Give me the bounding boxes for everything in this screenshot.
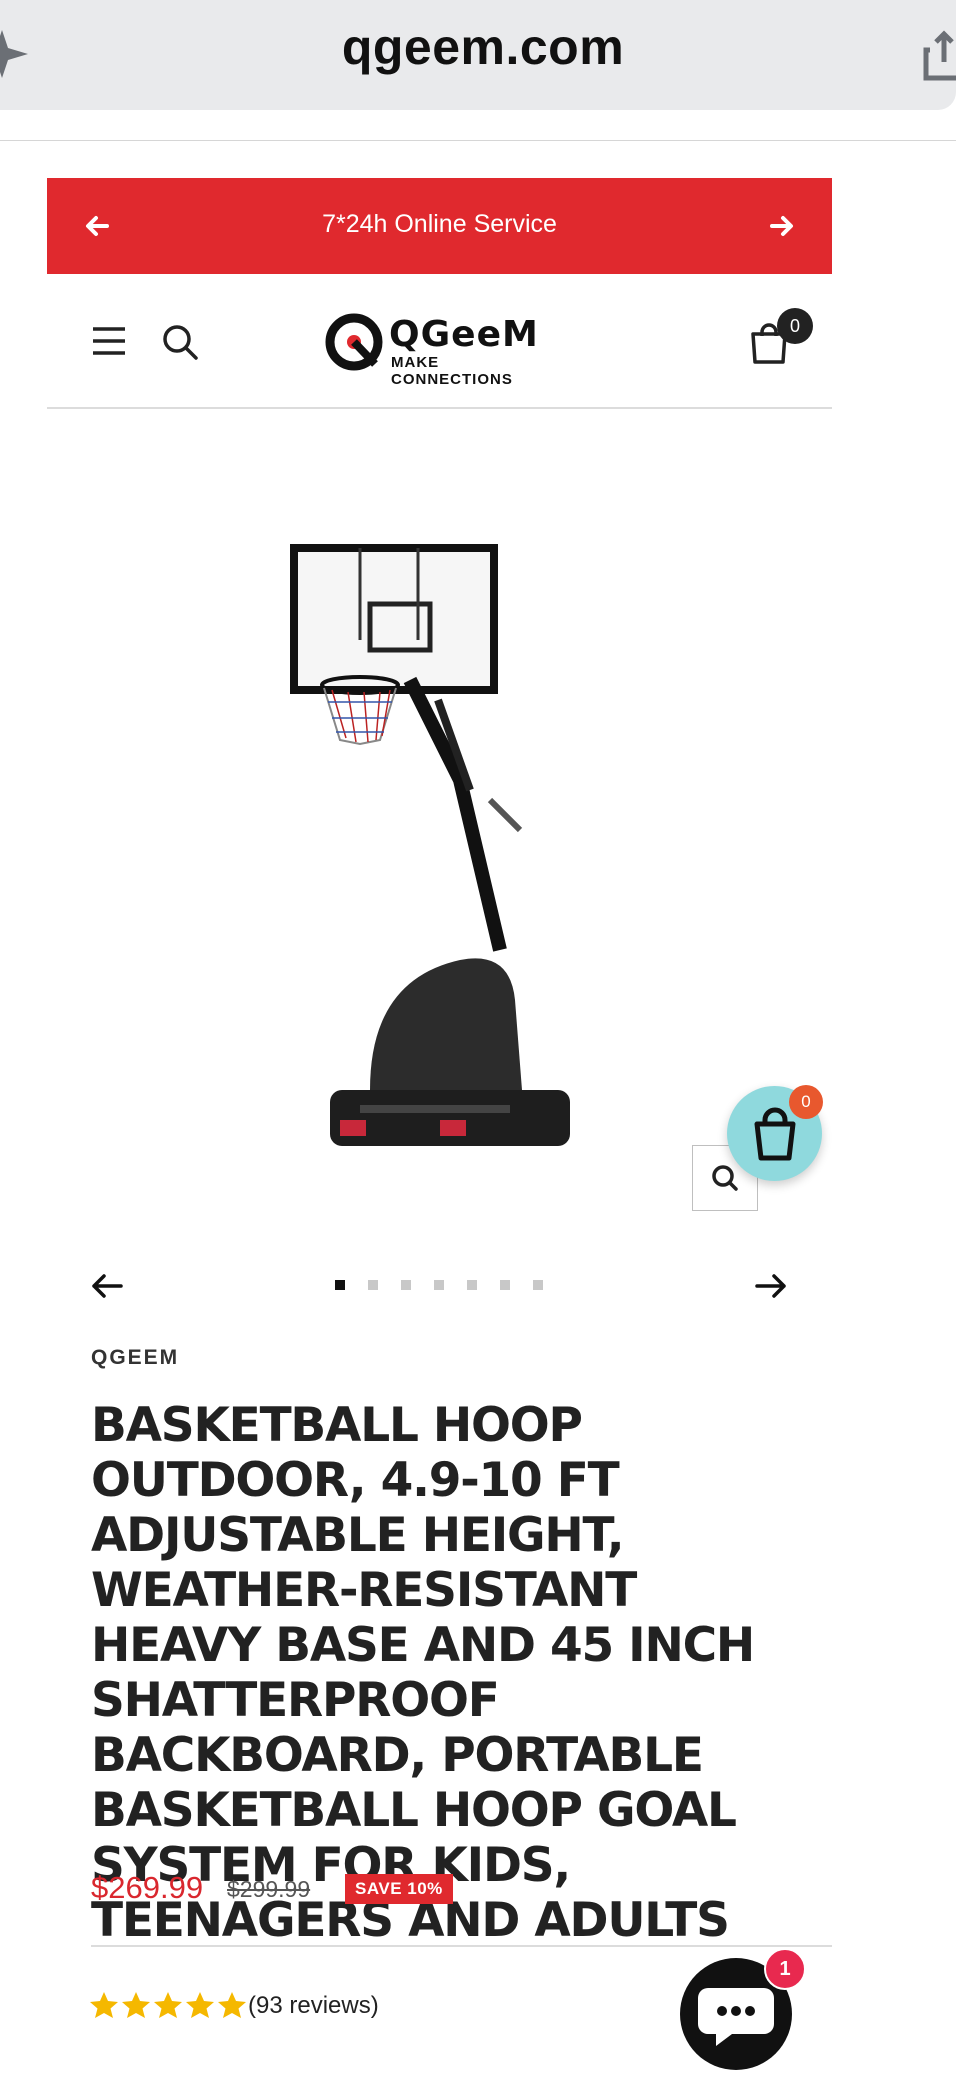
product-vendor[interactable]: QGEEM (91, 1346, 179, 1370)
product-price: $269.99 (91, 1870, 204, 1905)
compare-at-price: $299.99 (227, 1876, 311, 1902)
announcement-bar: 7*24h Online Service (47, 178, 832, 274)
star-icon (122, 1992, 150, 2018)
chat-unread-badge: 1 (764, 1948, 806, 1990)
url-text[interactable]: qgeem.com (0, 18, 956, 76)
share-icon[interactable] (922, 26, 956, 86)
browser-url-bar[interactable]: qgeem.com (0, 0, 956, 110)
save-badge: SAVE 10% (345, 1874, 453, 1904)
rating-stars[interactable] (89, 1990, 249, 2024)
star-icon (218, 1992, 246, 2018)
logo-mark-icon (325, 313, 383, 371)
carousel-prev-button[interactable] (89, 1268, 125, 1304)
divider (91, 1945, 832, 1947)
star-icon (90, 1992, 118, 2018)
carousel-dot[interactable] (500, 1280, 510, 1290)
carousel-dot[interactable] (368, 1280, 378, 1290)
announcement-text: 7*24h Online Service (322, 210, 557, 238)
site-header: QGeeM MAKE CONNECTIONS 0 (47, 274, 832, 409)
divider (0, 140, 956, 141)
product-title: BASKETBALL HOOP OUTDOOR, 4.9-10 FT ADJUS… (91, 1398, 755, 1948)
announcement-next-button[interactable] (766, 208, 796, 244)
carousel-dot[interactable] (467, 1280, 477, 1290)
star-icon (186, 1992, 214, 2018)
logo-text: QGeeM (389, 314, 539, 355)
reviews-count-link[interactable]: (93 reviews) (248, 1992, 379, 2020)
star-icon (154, 1992, 182, 2018)
carousel-dot[interactable] (434, 1280, 444, 1290)
carousel-next-button[interactable] (753, 1268, 789, 1304)
cart-count-badge: 0 (777, 308, 813, 344)
carousel-dot[interactable] (401, 1280, 411, 1290)
menu-icon[interactable] (91, 326, 127, 356)
carousel-dot[interactable] (533, 1280, 543, 1290)
search-icon[interactable] (160, 322, 200, 362)
floating-cart-badge: 0 (789, 1085, 823, 1119)
arrow-right-icon (755, 1274, 786, 1298)
product-image[interactable] (260, 530, 630, 1170)
carousel-dot[interactable] (335, 1280, 345, 1290)
logo-tagline: MAKE CONNECTIONS (391, 354, 513, 388)
arrow-left-icon (92, 1274, 123, 1298)
site-logo[interactable]: QGeeM MAKE CONNECTIONS (325, 310, 565, 388)
